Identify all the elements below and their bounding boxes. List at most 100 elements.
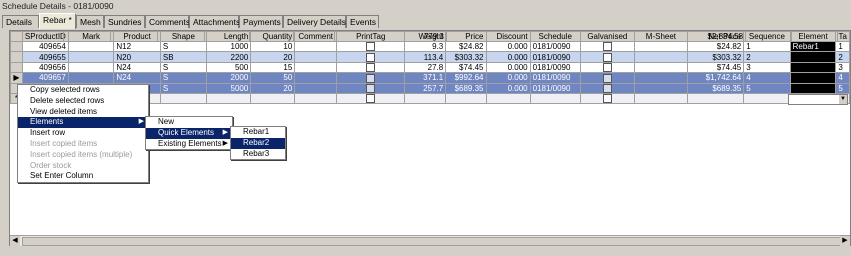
cell-mark[interactable] bbox=[67, 51, 115, 63]
cell-discount[interactable]: 0.000 bbox=[485, 82, 531, 94]
cell-sproductid[interactable]: 409656 bbox=[21, 61, 69, 74]
cell-element[interactable] bbox=[789, 82, 837, 94]
scroll-left-icon[interactable]: ◀ bbox=[10, 236, 20, 246]
cell-element[interactable] bbox=[789, 61, 837, 74]
printtag-checkbox[interactable] bbox=[366, 84, 376, 93]
cell-sequence[interactable]: 4 bbox=[743, 72, 791, 84]
cell-sequence[interactable]: 5 bbox=[743, 82, 791, 94]
cell-galvanised[interactable] bbox=[579, 61, 635, 74]
cell-shape[interactable]: S bbox=[159, 40, 207, 53]
tab-details[interactable]: Details bbox=[2, 15, 39, 28]
cell-printtag[interactable] bbox=[336, 82, 406, 94]
cell-discount[interactable]: 0.000 bbox=[485, 40, 531, 53]
chevron-down-icon[interactable]: ▼ bbox=[839, 95, 847, 104]
cell-product[interactable]: N24 bbox=[113, 61, 161, 74]
cell-schedule[interactable]: 0181/0090 bbox=[529, 72, 581, 84]
cell-discount[interactable]: 0.000 bbox=[485, 72, 531, 84]
cell-msheet[interactable] bbox=[633, 51, 688, 63]
menu-quick-rebar2[interactable]: Rebar2 bbox=[231, 137, 285, 149]
galvanised-checkbox[interactable] bbox=[602, 42, 612, 51]
cell-msheet[interactable] bbox=[633, 82, 688, 94]
cell-discount[interactable]: 0.000 bbox=[485, 61, 531, 74]
cell-shape[interactable]: S bbox=[159, 61, 207, 74]
cell-schedule[interactable]: 0181/0090 bbox=[529, 82, 581, 94]
tab-events[interactable]: Events bbox=[346, 15, 379, 28]
cell-length[interactable]: 500 bbox=[205, 61, 252, 74]
cell-discount[interactable]: 0.000 bbox=[485, 51, 531, 63]
menu-insert-row[interactable]: Insert row bbox=[18, 128, 148, 139]
menu-new-element[interactable]: New bbox=[146, 117, 232, 128]
cell-galvanised[interactable] bbox=[579, 82, 635, 94]
menu-quick-rebar3[interactable]: Rebar3 bbox=[231, 149, 285, 160]
cell-sequence[interactable]: 2 bbox=[743, 51, 791, 63]
printtag-checkbox[interactable] bbox=[366, 52, 376, 62]
galvanised-checkbox[interactable] bbox=[602, 84, 612, 93]
tab-comments[interactable]: Comments bbox=[145, 15, 190, 28]
cell-ta[interactable]: 2 bbox=[835, 51, 850, 63]
cell-printtag[interactable] bbox=[336, 51, 406, 63]
cell-galvanised[interactable] bbox=[579, 72, 635, 84]
cell-price[interactable]: $992.64 bbox=[445, 72, 487, 84]
menu-copy-selected-rows[interactable]: Copy selected rows bbox=[18, 85, 148, 96]
cell-quantity[interactable]: 20 bbox=[250, 82, 296, 94]
table-row-selected[interactable]: ▶ 409657 N24 S 2000 50 371.1 $992.64 0.0… bbox=[10, 72, 850, 84]
menu-view-deleted-items[interactable]: View deleted items bbox=[18, 107, 148, 118]
menu-existing-elements[interactable]: Existing Elements ▶ bbox=[146, 139, 232, 150]
galvanised-checkbox[interactable] bbox=[602, 94, 612, 103]
row-header[interactable] bbox=[10, 51, 23, 63]
table-row[interactable]: 409656 N24 S 500 15 27.8 $74.45 0.000 01… bbox=[10, 61, 850, 74]
cell-msheet[interactable] bbox=[633, 72, 688, 84]
printtag-checkbox[interactable] bbox=[366, 42, 376, 51]
cell-weight[interactable]: 27.8 bbox=[404, 61, 447, 74]
cell-weight[interactable]: 113.4 bbox=[404, 51, 447, 63]
tab-attachments[interactable]: Attachments bbox=[189, 15, 240, 28]
printtag-checkbox[interactable] bbox=[366, 73, 376, 83]
menu-delete-selected-rows[interactable]: Delete selected rows bbox=[18, 96, 148, 107]
cell-galvanised[interactable] bbox=[579, 51, 635, 63]
galvanised-checkbox[interactable] bbox=[602, 73, 612, 83]
horizontal-scrollbar[interactable]: ◀ ▶ bbox=[10, 235, 850, 246]
cell-quantity[interactable]: 50 bbox=[250, 72, 296, 84]
cell-sequence[interactable]: 3 bbox=[743, 61, 791, 74]
cell-printtag[interactable] bbox=[336, 72, 406, 84]
cell-printtag[interactable] bbox=[336, 40, 406, 53]
menu-quick-elements[interactable]: Quick Elements ▶ bbox=[146, 127, 232, 139]
cell-weight[interactable]: 371.1 bbox=[404, 72, 447, 84]
cell-length[interactable]: 2200 bbox=[205, 51, 252, 63]
cell-price[interactable]: $303.32 bbox=[445, 51, 487, 63]
cell-weight[interactable]: 257.7 bbox=[404, 82, 447, 94]
cell-comment[interactable] bbox=[294, 51, 338, 63]
cell-comment[interactable] bbox=[294, 61, 338, 74]
cell-comment[interactable] bbox=[294, 82, 338, 94]
cell-length[interactable]: 5000 bbox=[205, 82, 252, 94]
tab-delivery-details[interactable]: Delivery Details bbox=[283, 15, 346, 28]
cell-ta[interactable]: 1 bbox=[835, 40, 850, 53]
cell-length[interactable]: 1000 bbox=[205, 40, 252, 53]
cell-shape[interactable]: S bbox=[159, 72, 207, 84]
printtag-checkbox[interactable] bbox=[366, 94, 376, 103]
cell-net-price[interactable]: $689.35 bbox=[686, 82, 745, 94]
tab-mesh[interactable]: Mesh bbox=[76, 15, 104, 28]
cell-quantity[interactable]: 20 bbox=[250, 51, 296, 63]
cell-element[interactable] bbox=[789, 51, 837, 63]
tab-rebar[interactable]: Rebar * bbox=[39, 13, 76, 29]
row-header[interactable] bbox=[10, 40, 23, 53]
cell-comment[interactable] bbox=[294, 72, 338, 84]
cell-quantity[interactable]: 15 bbox=[250, 61, 296, 74]
row-header[interactable] bbox=[10, 61, 23, 74]
cell-price[interactable]: $689.35 bbox=[445, 82, 487, 94]
cell-msheet[interactable] bbox=[633, 40, 688, 53]
cell-net-price[interactable]: $1,742.64 bbox=[686, 72, 745, 84]
cell-sproductid[interactable]: 409655 bbox=[21, 51, 69, 63]
cell-net-price[interactable]: $74.45 bbox=[686, 61, 745, 74]
tab-payments[interactable]: Payments bbox=[239, 15, 283, 28]
cell-ta[interactable]: 3 bbox=[835, 61, 850, 74]
menu-elements[interactable]: Elements ▶ bbox=[18, 117, 148, 129]
current-row-arrow-icon[interactable]: ▶ bbox=[10, 72, 23, 84]
menu-quick-rebar1[interactable]: Rebar1 bbox=[231, 127, 285, 138]
table-row[interactable]: 409654 N12 S 1000 10 9.3 $24.82 0.000 01… bbox=[10, 40, 850, 53]
menu-set-enter-column[interactable]: Set Enter Column bbox=[18, 171, 148, 182]
cell-schedule[interactable]: 0181/0090 bbox=[529, 61, 581, 74]
cell-sequence[interactable]: 1 bbox=[743, 40, 791, 53]
printtag-checkbox[interactable] bbox=[366, 63, 376, 72]
